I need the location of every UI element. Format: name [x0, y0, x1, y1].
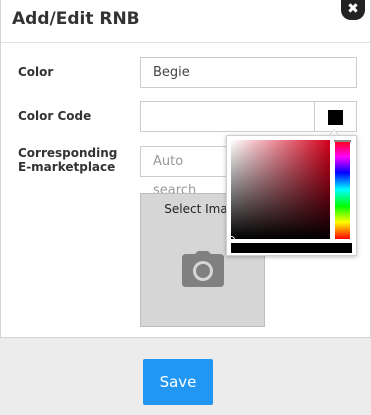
- color-code-label: Color Code: [18, 109, 92, 123]
- color-swatch: [328, 110, 343, 125]
- color-preview: [231, 243, 352, 253]
- color-label: Color: [18, 65, 54, 79]
- camera-icon: [182, 251, 224, 287]
- color-input[interactable]: Begie: [140, 57, 357, 88]
- color-code-input[interactable]: [140, 101, 315, 132]
- close-button[interactable]: ✖: [341, 0, 365, 20]
- marketplace-label: Corresponding E-marketplace: [18, 146, 117, 174]
- modal-title: Add/Edit RNB: [12, 9, 140, 29]
- marketplace-search-input[interactable]: Auto search: [140, 146, 230, 198]
- saturation-cursor[interactable]: [228, 236, 235, 243]
- marketplace-label-line2: E-marketplace: [18, 160, 116, 174]
- color-picker-popup: [226, 135, 357, 256]
- hue-slider-handle[interactable]: [334, 140, 351, 142]
- modal-header: Add/Edit RNB: [1, 0, 370, 43]
- color-swatch-button[interactable]: [314, 101, 357, 132]
- saturation-area[interactable]: [228, 140, 330, 243]
- marketplace-label-line1: Corresponding: [18, 146, 118, 160]
- save-button[interactable]: Save: [143, 359, 213, 405]
- hue-slider[interactable]: [334, 140, 351, 239]
